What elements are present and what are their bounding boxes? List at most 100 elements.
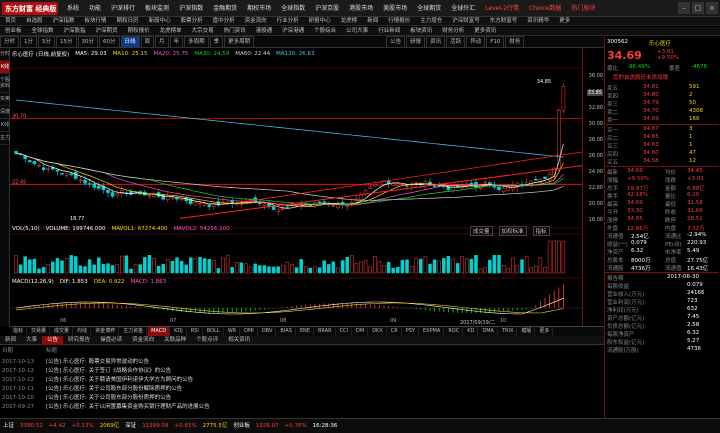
news-title[interactable]: [公告] 乐心医疗: 关于公司股东部分股份解除质押的公告 [46,386,182,392]
minimize-icon[interactable]: – [678,2,690,14]
period-button[interactable]: 月 [155,36,169,48]
subtab[interactable]: 成交量 [470,226,493,236]
nav-item[interactable]: 行情报价 [383,17,415,26]
news-tab[interactable]: 公告 [42,335,64,345]
news-tab[interactable]: 研究报告 [63,336,95,345]
nav-item[interactable]: 财务分析 [437,27,469,36]
period-button[interactable]: 1分 [20,36,38,48]
menu-item[interactable]: 沪深京股 [310,0,344,17]
news-tab[interactable]: 个股点评 [191,336,223,345]
news-tab[interactable]: 新闻 [0,336,21,345]
indicator-tab[interactable]: PSY [403,327,419,336]
nav-item[interactable]: 沪深港通 [277,27,309,36]
menu-item[interactable]: 热门版块 [566,0,600,17]
menu-item[interactable]: 全球外汇 [446,0,480,17]
period-button[interactable]: 周 [140,36,155,48]
news-row[interactable]: 2017-10-12 [公告] 乐心医疗: 关于聘请美国伊利诺伊大学方为顾问的公告 [2,375,602,383]
indicator-tab[interactable]: BIAS [277,327,296,336]
news-tab[interactable]: 关联品种 [159,336,191,345]
nav-item[interactable]: 沪深指数 [48,17,80,26]
menu-item[interactable]: Choice数据 [524,0,566,17]
news-tab[interactable]: 大事 [21,336,42,345]
news-tab[interactable]: 操盘必读 [95,336,127,345]
indicator-tab[interactable]: CCI [337,327,353,336]
indicator-tab[interactable]: 模版 [518,327,536,336]
menu-item[interactable]: Level-2行情 [480,0,524,17]
nav-item[interactable]: 龙虎榜单 [155,27,187,36]
indicator-tab[interactable]: ENE [297,327,314,336]
nav-item[interactable]: 新股中心 [144,17,176,26]
nav-item[interactable]: 盘中分析 [208,17,240,26]
nav-item[interactable]: 主力增仓 [415,17,447,26]
menu-item[interactable]: 全球期货 [412,0,446,17]
nav-item[interactable]: 更多 [554,17,575,26]
nav-item[interactable]: 期权报价 [123,27,155,36]
menu-item[interactable]: 系统 [62,0,84,17]
period-button[interactable]: 60分 [99,36,120,48]
period-button[interactable]: 年 [169,36,184,48]
news-title[interactable]: [公告] 乐心医疗: 股票交易异常波动的公告 [46,359,149,365]
nav-item[interactable]: 大宗交易 [187,27,219,36]
period-button[interactable]: 15分 [56,36,77,48]
menu-item[interactable]: 期权市场 [242,0,276,17]
news-title[interactable]: [公告] 乐心医疗: 关于聘请美国伊利诺伊大学方为顾问的公告 [46,377,193,383]
subtab[interactable]: 指标 [532,226,550,236]
news-tab[interactable]: 资金流向 [127,336,159,345]
indicator-tab[interactable]: TRIX [499,327,518,336]
quick-tab[interactable]: 资讯 [426,36,446,48]
maximize-icon[interactable]: □ [692,2,704,14]
menu-item[interactable]: 美股市场 [378,0,412,17]
nav-item[interactable]: 研报中心 [304,17,336,26]
nav-item[interactable]: 个股综合 [309,27,341,36]
nav-item[interactable]: 东方财富号 [485,17,523,26]
indicator-tab[interactable]: DM [353,327,369,336]
menu-item[interactable]: 板块监测 [140,0,174,17]
nav-item[interactable]: 行业新闻 [373,27,405,36]
nav-item[interactable]: 期权日历 [112,17,144,26]
side-tab[interactable]: 主力 [0,132,10,145]
indicator-tab[interactable]: 更多 [536,327,554,336]
menu-item[interactable]: 全球指数 [276,0,310,17]
nav-item[interactable]: 板块资讯 [405,27,437,36]
news-row[interactable]: 2017-10-13 [公告] 乐心医疗: 股票交易异常波动的公告 [2,357,602,365]
menu-item[interactable]: 沪深指数 [174,0,208,17]
news-row[interactable]: 2017-10-12 [公告] 乐心医疗: 关于签订《战略合作协议》的公告 [2,366,602,374]
news-tab[interactable]: 相关资讯 [223,336,255,345]
nav-item[interactable]: 新闻 [362,17,383,26]
nav-item[interactable]: 创业板 [0,27,27,36]
menu-item[interactable]: 沪深排行 [106,0,140,17]
period-button[interactable]: 分时 [0,36,20,48]
period-button[interactable]: 30分 [77,36,99,48]
nav-item[interactable]: 更多资讯 [469,27,501,36]
nav-item[interactable]: 公司大事 [341,27,373,36]
subtab[interactable]: 加权标准 [498,226,527,236]
nav-item[interactable]: 龙虎榜 [336,17,363,26]
side-tab[interactable]: K线 [0,61,10,74]
side-tab[interactable]: 买卖 [0,93,10,106]
indicator-tab[interactable]: ROC [445,327,464,336]
news-row[interactable]: 2017-09-27 [公告] 乐心医疗: 关于以闲置募集资金购买银行理财产品的进… [2,402,602,410]
nav-item[interactable]: 资金流向 [240,17,272,26]
indicator-tab[interactable]: EXPMA [420,327,445,336]
close-icon[interactable]: × [706,2,718,14]
menu-item[interactable]: 金融期货 [208,0,242,17]
quick-tab[interactable]: 公告 [386,36,406,48]
quick-tab[interactable]: F10 [486,36,505,48]
nav-item[interactable]: 板块行情 [80,17,112,26]
nav-item[interactable]: 行业分析 [272,17,304,26]
news-title[interactable]: [公告] 乐心医疗: 关于公司股东部分股份质押的公告 [46,395,171,401]
nav-item[interactable]: 股票分析 [176,17,208,26]
side-tab[interactable]: 分时 [0,48,10,61]
indicator-tab[interactable]: DMA [479,327,498,336]
nav-item[interactable]: 自选股 [21,17,48,26]
nav-item[interactable]: 资讯精华 [522,17,554,26]
news-title[interactable]: [公告] 乐心医疗: 关于签订《战略合作协议》的公告 [46,368,171,374]
indicator-tab[interactable]: CR [388,327,402,336]
side-tab[interactable]: K线 [0,119,10,132]
quick-tab[interactable]: 活跃 [446,36,466,48]
period-button[interactable]: 多周期 [184,36,209,48]
nav-item[interactable]: 首页 [0,17,21,26]
menu-item[interactable]: 港股市场 [344,0,378,17]
period-button[interactable]: 更多周期 [224,36,255,48]
side-tab[interactable]: 个股资料 [0,74,10,93]
